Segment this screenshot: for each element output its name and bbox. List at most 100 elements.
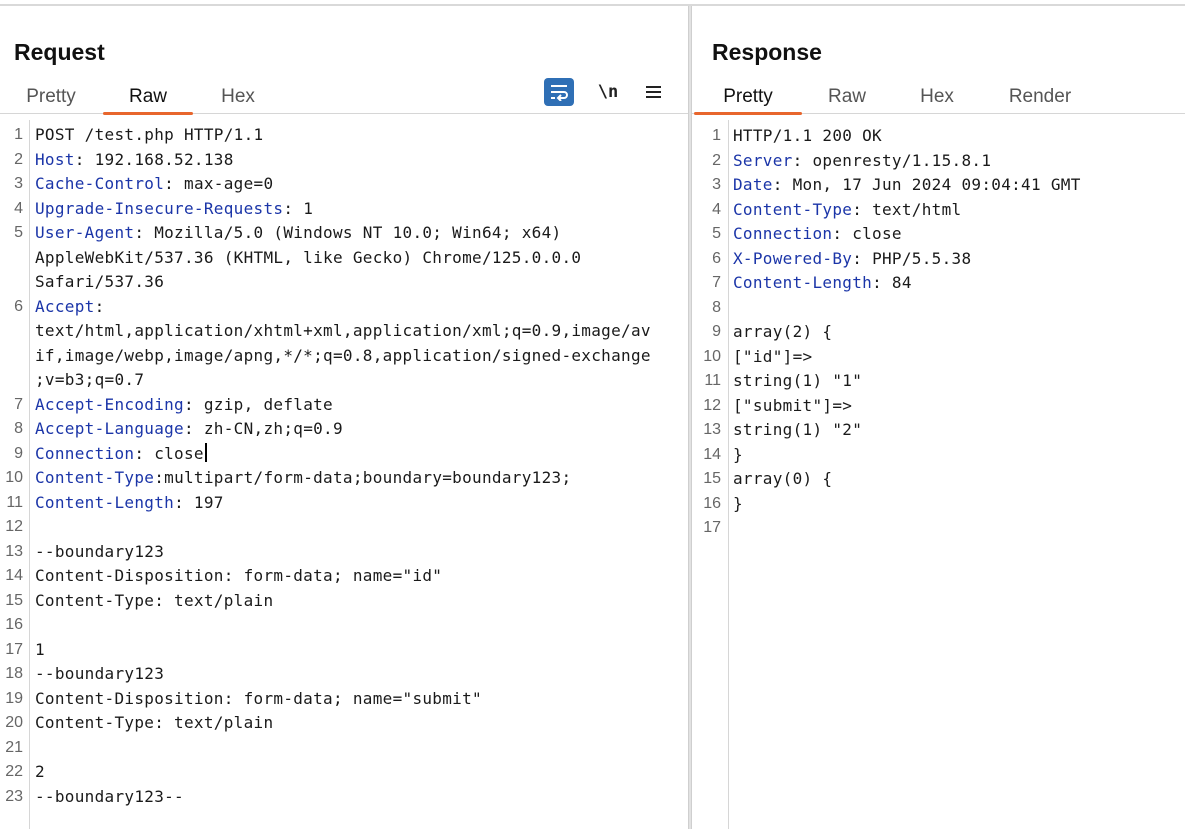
line-content: array(2) { <box>733 320 832 345</box>
line-content: } <box>733 492 743 517</box>
header-value: Content-Type: text/plain <box>35 713 274 732</box>
line-content: Date: Mon, 17 Jun 2024 09:04:41 GMT <box>733 173 1081 198</box>
line-number: 1 <box>14 126 23 143</box>
line-content: Content-Type: text/html <box>733 198 961 223</box>
header-value: --boundary123-- <box>35 786 184 806</box>
response-tab-raw[interactable]: Raw <box>820 84 874 114</box>
header-value: : zh-CN,zh;q=0.9 <box>184 419 343 438</box>
header-value: : Mon, 17 Jun 2024 09:04:41 GMT <box>772 175 1081 194</box>
show-newlines-icon[interactable]: \n <box>594 78 622 106</box>
header-value: string(1) "1" <box>733 371 863 390</box>
line-content: Safari/537.36 <box>35 270 164 295</box>
header-value: ["id"]=> <box>733 346 813 366</box>
line-number: 23 <box>5 787 23 805</box>
line-number: 4 <box>14 199 23 217</box>
response-tab-render[interactable]: Render <box>1004 84 1076 114</box>
header-value: text/html,application/xhtml+xml,applicat… <box>35 321 651 340</box>
line-content: Server: openresty/1.15.8.1 <box>733 149 991 174</box>
line-content: Content-Disposition: form-data; name="su… <box>35 687 482 712</box>
header-name: Connection <box>35 443 135 463</box>
header-value: } <box>733 444 743 464</box>
header-value: } <box>733 493 743 513</box>
line-number: 2 <box>712 151 721 169</box>
header-name: Content-Type <box>35 468 155 487</box>
text-cursor <box>204 442 207 462</box>
request-tab-raw[interactable]: Raw <box>103 84 193 115</box>
header-name: Cache-Control <box>35 174 165 193</box>
line-content: Content-Length: 84 <box>733 271 912 296</box>
response-tabs: Pretty Raw Hex Render <box>692 82 1185 115</box>
line-content: array(0) { <box>733 467 832 492</box>
line-content: if,image/webp,image/apng,*/*;q=0.8,appli… <box>35 344 651 369</box>
line-number: 5 <box>14 224 23 241</box>
request-tab-pretty[interactable]: Pretty <box>22 84 80 114</box>
request-title: Request <box>14 39 105 65</box>
header-value: array(0) { <box>733 469 833 488</box>
line-content: Connection: close <box>35 442 207 467</box>
header-value: 2 <box>35 762 45 781</box>
line-number: 12 <box>703 396 721 414</box>
header-name: Content-Type <box>733 199 853 219</box>
header-value: : gzip, deflate <box>184 394 333 414</box>
line-content: HTTP/1.1 200 OK <box>733 124 882 149</box>
line-content: } <box>733 443 743 468</box>
line-number: 8 <box>14 420 23 437</box>
header-value: --boundary123 <box>35 664 165 683</box>
line-number: 6 <box>14 297 23 315</box>
header-value: if,image/webp,image/apng,*/*;q=0.8,appli… <box>35 345 651 365</box>
response-editor[interactable]: 1 HTTP/1.1 200 OK 2 Server: openresty/1.15.… <box>692 120 1185 829</box>
header-value: Content-Disposition: form-data; name="id… <box>35 566 443 585</box>
line-content: POST /test.php HTTP/1.1 <box>35 123 263 148</box>
request-editor[interactable]: 1 POST /test.php HTTP/1.1 2 Host: 192.168.5… <box>0 120 688 829</box>
line-number: 16 <box>703 494 721 512</box>
line-number: 12 <box>5 518 23 535</box>
header-value: AppleWebKit/537.36 (KHTML, like Gecko) C… <box>35 247 582 267</box>
header-value: : text/html <box>852 199 962 219</box>
response-panel: Response Pretty Raw Hex Render 1 HTTP/1.1… <box>692 6 1185 829</box>
line-content: --boundary123 <box>35 540 164 565</box>
line-number: 19 <box>5 689 23 707</box>
line-content: text/html,application/xhtml+xml,applicat… <box>35 319 651 344</box>
header-name: Date <box>733 175 773 194</box>
header-value: Safari/537.36 <box>35 272 165 291</box>
line-number: 2 <box>14 150 23 168</box>
line-content: X-Powered-By: PHP/5.5.38 <box>733 247 971 272</box>
line-content: Content-Type: text/plain <box>35 711 273 736</box>
line-number: 11 <box>6 493 23 511</box>
line-number: 13 <box>703 421 721 438</box>
line-content: Host: 192.168.52.138 <box>35 148 234 173</box>
line-number: 6 <box>712 249 721 267</box>
header-value: : Mozilla/5.0 (Windows NT 10.0; Win64; x… <box>134 223 562 242</box>
header-name: User-Agent <box>35 223 135 242</box>
header-value: : max-age=0 <box>164 174 274 193</box>
line-content: string(1) "1" <box>733 369 862 394</box>
line-number: 3 <box>14 175 23 192</box>
response-tab-hex[interactable]: Hex <box>912 84 962 114</box>
line-number: 15 <box>703 470 721 487</box>
line-number: 22 <box>5 763 23 780</box>
line-number: 9 <box>712 323 721 340</box>
line-number: 11 <box>704 372 721 389</box>
header-value: : 84 <box>872 273 912 292</box>
line-content: --boundary123-- <box>35 785 184 810</box>
line-content: Content-Disposition: form-data; name="id… <box>35 564 442 589</box>
line-number: 16 <box>5 616 23 633</box>
line-content: 1 <box>35 638 45 663</box>
request-tab-hex[interactable]: Hex <box>212 84 264 114</box>
line-content: ["id"]=> <box>733 345 812 370</box>
header-value: array(2) { <box>733 322 833 341</box>
menu-icon[interactable] <box>640 78 668 106</box>
header-name: Accept-Language <box>35 419 184 438</box>
line-number: 20 <box>5 714 23 731</box>
line-content: Content-Length: 197 <box>35 491 224 516</box>
header-value: : close <box>832 224 902 243</box>
header-value: : openresty/1.15.8.1 <box>792 150 992 170</box>
line-number: 17 <box>703 519 721 536</box>
line-number: 3 <box>712 176 721 193</box>
response-tab-pretty[interactable]: Pretty <box>694 84 802 115</box>
word-wrap-icon[interactable] <box>544 78 574 106</box>
header-value: POST /test.php HTTP/1.1 <box>35 125 264 144</box>
line-number: 18 <box>5 665 23 682</box>
header-name: Connection <box>733 224 833 243</box>
line-number: 5 <box>712 225 721 242</box>
